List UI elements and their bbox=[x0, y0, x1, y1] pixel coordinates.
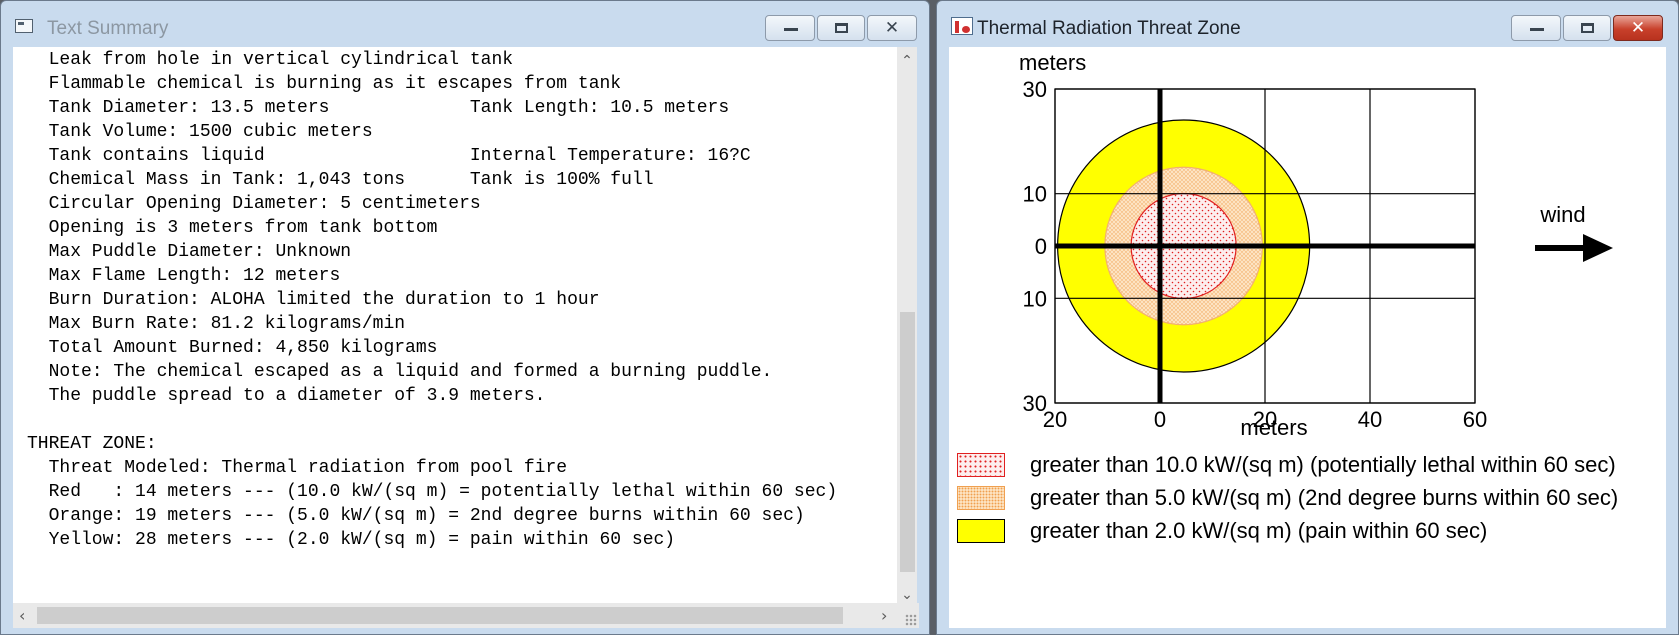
close-button[interactable]: ✕ bbox=[1613, 15, 1663, 41]
scroll-right-icon[interactable]: › bbox=[881, 603, 887, 628]
scroll-up-icon[interactable]: ⌃ bbox=[897, 51, 917, 71]
summary-line: Flammable chemical is burning as it esca… bbox=[27, 74, 622, 94]
x-axis-label: meters bbox=[1240, 415, 1307, 440]
y-axis-label: meters bbox=[1019, 50, 1086, 75]
y-tick-label: 30 bbox=[1023, 77, 1047, 102]
summary-lines: Leak from hole in vertical cylindrical t… bbox=[27, 48, 837, 552]
y-tick-label: 30 bbox=[1023, 391, 1047, 416]
summary-line: Max Puddle Diameter: Unknown bbox=[27, 242, 352, 262]
legend-label: greater than 2.0 kW/(sq m) (pain within … bbox=[1030, 518, 1488, 543]
summary-line: Circular Opening Diameter: 5 centimeters bbox=[27, 194, 481, 214]
close-icon: ✕ bbox=[884, 18, 900, 38]
summary-line: Red : 14 meters --- (10.0 kW/(sq m) = po… bbox=[27, 482, 838, 502]
summary-line: Max Flame Length: 12 meters bbox=[27, 266, 341, 286]
threat-zone-window: Thermal Radiation Threat Zone ✕ 20 0 20 40 bbox=[936, 0, 1679, 635]
y-tick-label: 10 bbox=[1023, 286, 1047, 311]
threat-zone-client: 20 0 20 40 60 30 10 0 10 30 meters meters wind gr… bbox=[949, 47, 1666, 628]
legend-swatch bbox=[957, 519, 1005, 543]
summary-line bbox=[27, 408, 837, 432]
legend-label: greater than 5.0 kW/(sq m) (2nd degree b… bbox=[1030, 485, 1619, 510]
legend-swatch bbox=[957, 453, 1005, 477]
summary-line: Max Burn Rate: 81.2 kilograms/min bbox=[27, 314, 406, 334]
x-tick-label: 0 bbox=[1154, 407, 1166, 432]
horizontal-scrollbar[interactable]: ‹ › bbox=[13, 603, 919, 628]
minimize-icon bbox=[1530, 28, 1544, 31]
threat-zone-app-icon bbox=[951, 17, 973, 35]
summary-line: Yellow: 28 meters --- (2.0 kW/(sq m) = p… bbox=[27, 530, 676, 550]
legend-swatch bbox=[957, 486, 1005, 510]
maximize-button[interactable] bbox=[1563, 15, 1611, 41]
y-tick-label: 0 bbox=[1035, 234, 1047, 259]
legend-item: greater than 2.0 kW/(sq m) (pain within … bbox=[957, 519, 1657, 545]
legend-label: greater than 10.0 kW/(sq m) (potentially… bbox=[1030, 452, 1616, 477]
x-tick-label: 40 bbox=[1358, 407, 1382, 432]
summary-line: The puddle spread to a diameter of 3.9 m… bbox=[27, 386, 546, 406]
scroll-left-icon[interactable]: ‹ bbox=[19, 603, 25, 628]
legend-item: greater than 10.0 kW/(sq m) (potentially… bbox=[957, 453, 1657, 479]
y-tick-label: 10 bbox=[1023, 182, 1047, 207]
resize-grip-icon[interactable] bbox=[905, 614, 917, 626]
summary-line: Opening is 3 meters from tank bottom bbox=[27, 218, 438, 238]
text-summary-window: Text Summary ✕ Leak from hole in vertica… bbox=[0, 0, 930, 635]
x-tick-label: 60 bbox=[1463, 407, 1487, 432]
wind-arrow-icon bbox=[1535, 234, 1613, 262]
summary-line: Tank contains liquid Internal Temperatur… bbox=[27, 146, 751, 166]
minimize-icon bbox=[784, 28, 798, 31]
minimize-button[interactable] bbox=[1511, 15, 1561, 41]
text-summary-content[interactable]: Leak from hole in vertical cylindrical t… bbox=[13, 47, 897, 605]
summary-line: Chemical Mass in Tank: 1,043 tons Tank i… bbox=[27, 170, 654, 190]
summary-line: Orange: 19 meters --- (5.0 kW/(sq m) = 2… bbox=[27, 506, 805, 526]
summary-line: Leak from hole in vertical cylindrical t… bbox=[27, 50, 514, 70]
title-bar[interactable]: Thermal Radiation Threat Zone ✕ bbox=[937, 1, 1678, 47]
summary-line: THREAT ZONE: bbox=[27, 434, 157, 454]
window-app-icon bbox=[15, 19, 33, 33]
window-title: Thermal Radiation Threat Zone bbox=[977, 18, 1241, 39]
minimize-button[interactable] bbox=[765, 15, 815, 41]
legend-item: greater than 5.0 kW/(sq m) (2nd degree b… bbox=[957, 486, 1657, 512]
maximize-icon bbox=[1581, 23, 1594, 33]
window-title: Text Summary bbox=[47, 18, 169, 39]
scroll-down-icon[interactable]: ⌄ bbox=[897, 585, 917, 605]
maximize-button[interactable] bbox=[817, 15, 865, 41]
horizontal-scroll-thumb[interactable] bbox=[37, 607, 843, 624]
close-button[interactable]: ✕ bbox=[867, 15, 917, 41]
summary-line: Note: The chemical escaped as a liquid a… bbox=[27, 362, 773, 382]
text-summary-client: Leak from hole in vertical cylindrical t… bbox=[13, 47, 919, 628]
summary-line: Threat Modeled: Thermal radiation from p… bbox=[27, 458, 568, 478]
vertical-scrollbar[interactable]: ⌃ ⌄ bbox=[897, 47, 917, 605]
summary-line: Total Amount Burned: 4,850 kilograms bbox=[27, 338, 438, 358]
summary-line: Tank Volume: 1500 cubic meters bbox=[27, 122, 373, 142]
maximize-icon bbox=[835, 23, 848, 33]
summary-line: Burn Duration: ALOHA limited the duratio… bbox=[27, 290, 600, 310]
vertical-scroll-thumb[interactable] bbox=[900, 312, 915, 572]
summary-line: Tank Diameter: 13.5 meters Tank Length: … bbox=[27, 98, 730, 118]
close-icon: ✕ bbox=[1630, 18, 1646, 38]
title-bar[interactable]: Text Summary ✕ bbox=[1, 1, 929, 47]
wind-label: wind bbox=[1539, 202, 1585, 227]
